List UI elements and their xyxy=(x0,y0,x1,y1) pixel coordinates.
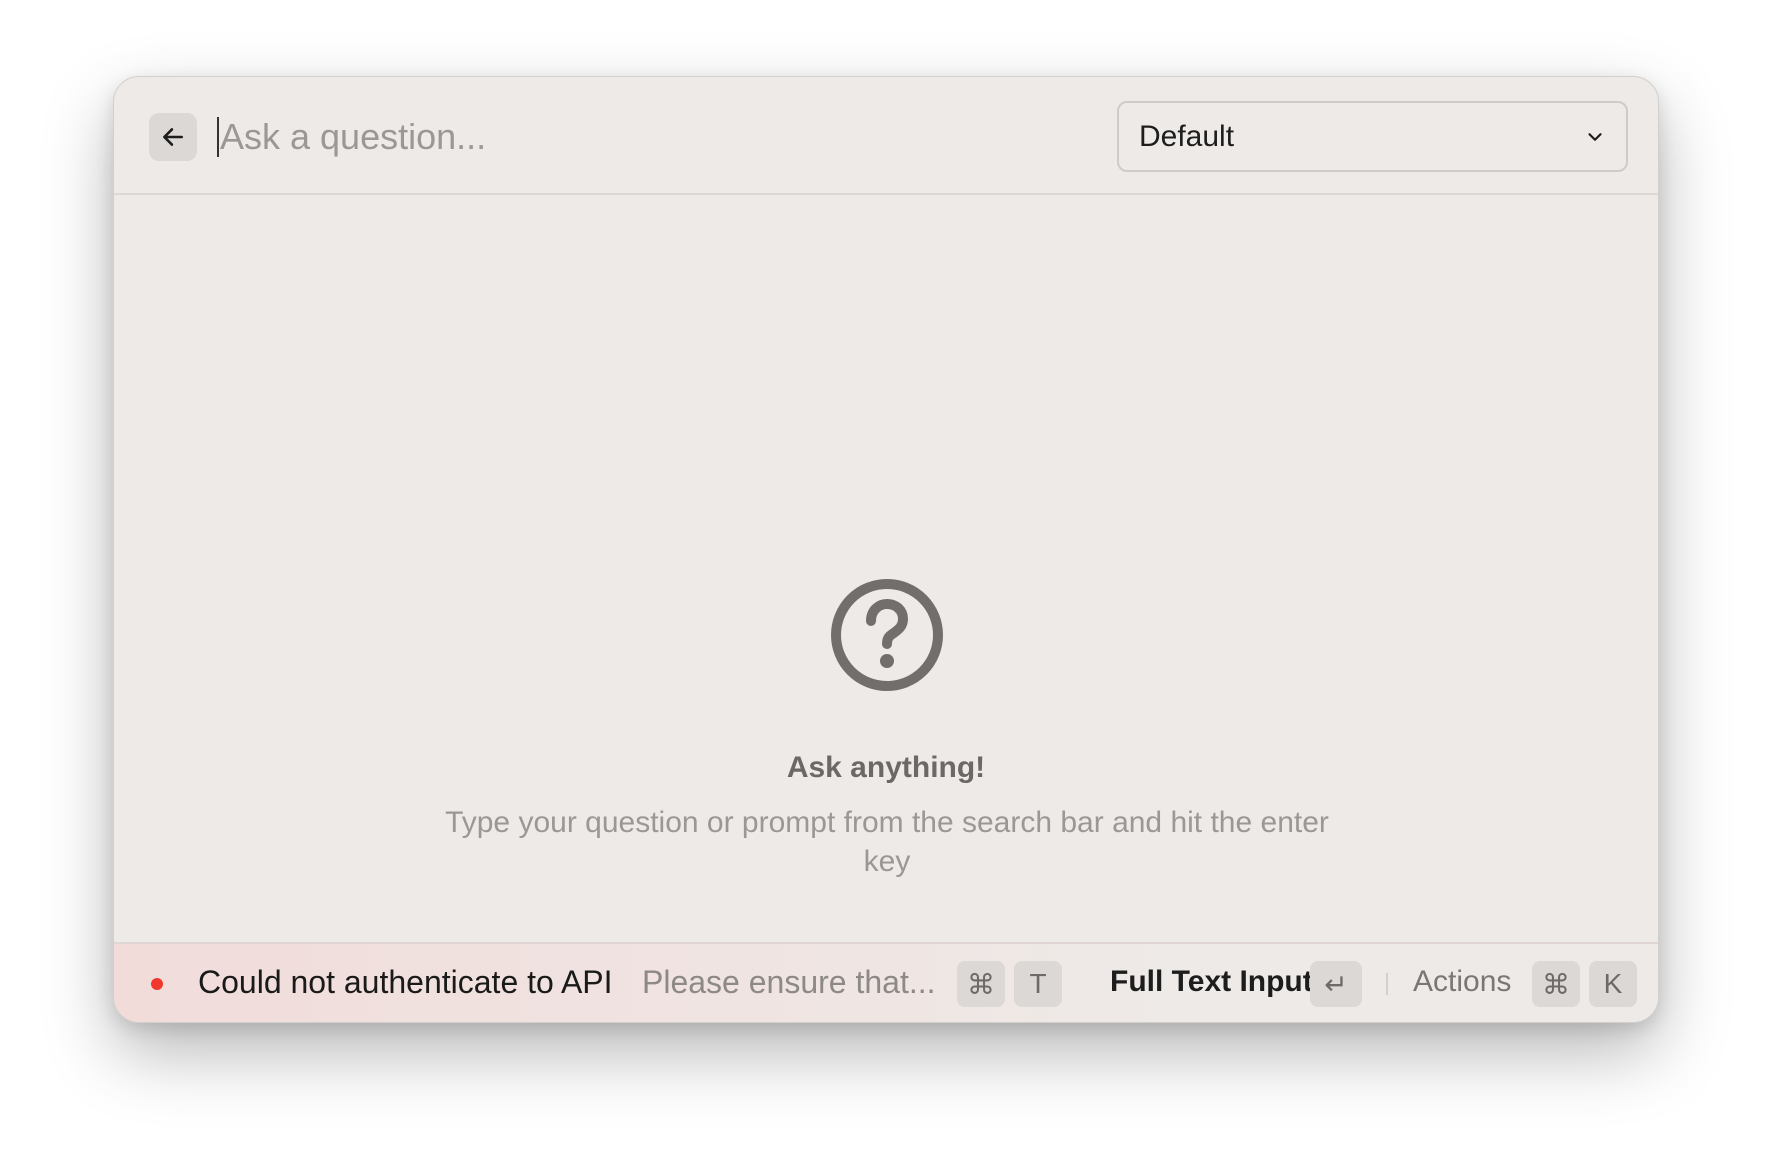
shortcut-key-k: K xyxy=(1589,961,1637,1007)
empty-state: Ask anything! Type your question or prom… xyxy=(114,195,1658,940)
command-key-icon: ⌘ xyxy=(957,961,1005,1007)
status-description[interactable]: Please ensure that... xyxy=(642,964,936,1001)
header-bar: Default xyxy=(114,77,1658,195)
empty-state-title: Ask anything! xyxy=(786,751,986,784)
action-bar: Could not authenticate to API Please ens… xyxy=(114,942,1658,1022)
arrow-left-icon xyxy=(163,128,183,146)
divider xyxy=(1386,973,1388,995)
text-caret xyxy=(217,117,219,157)
back-button[interactable] xyxy=(149,113,197,161)
status-title[interactable]: Could not authenticate to API xyxy=(198,964,613,1001)
actions-button[interactable]: Actions xyxy=(1413,965,1511,999)
model-dropdown[interactable]: Default xyxy=(1117,101,1628,172)
enter-key-icon: ↵ xyxy=(1310,961,1362,1007)
search-input[interactable] xyxy=(220,116,1060,158)
question-circle-icon xyxy=(831,579,943,691)
empty-state-description: Type your question or prompt from the se… xyxy=(445,806,1329,878)
chevron-down-icon xyxy=(1588,132,1602,141)
shortcut-key-t: T xyxy=(1014,961,1062,1007)
model-dropdown-label: Default xyxy=(1139,119,1235,153)
search-field[interactable] xyxy=(217,107,1077,167)
command-key-icon: ⌘ xyxy=(1532,961,1580,1007)
ai-chat-window: Default Ask anything! Type your question… xyxy=(113,76,1659,1023)
full-text-input-button[interactable]: Full Text Input xyxy=(1110,965,1313,999)
error-status-dot xyxy=(151,978,163,990)
